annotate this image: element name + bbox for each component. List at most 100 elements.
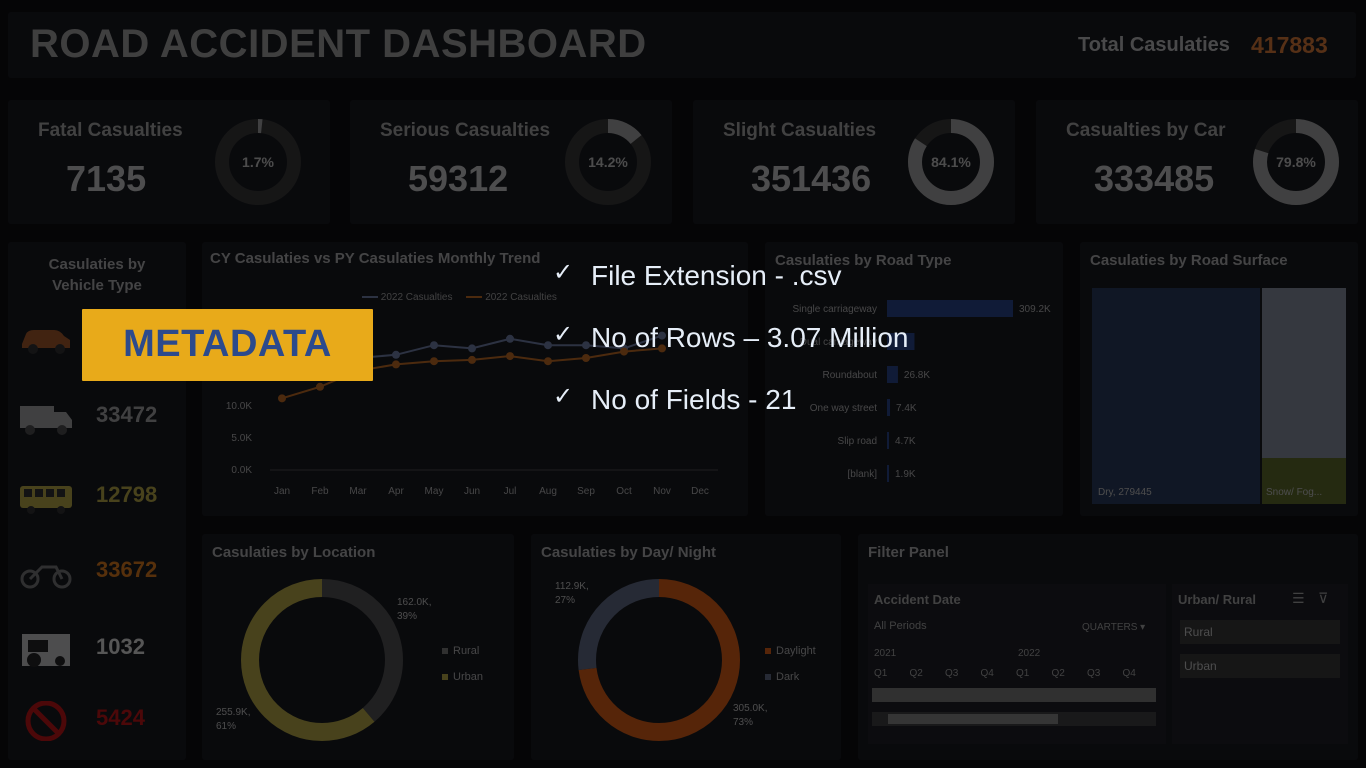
- data-point: [316, 382, 324, 391]
- location-label-pct: 61%: [216, 721, 237, 732]
- vehicle-panel-title-line1: Casulaties by: [48, 256, 146, 273]
- kpi-donut: 84.1%: [908, 119, 994, 205]
- vehicle-panel-title-line2: Vehicle Type: [52, 277, 142, 294]
- data-label: 309.2K: [1019, 304, 1051, 315]
- road-surface-title: Casulaties by Road Surface: [1090, 252, 1288, 269]
- kpi-value: 59312: [408, 158, 509, 199]
- data-label: 7.4K: [896, 403, 917, 414]
- timeline-bar[interactable]: [872, 688, 1156, 702]
- category-label: Single carriageway: [793, 304, 878, 315]
- metadata-badge: METADATA: [82, 309, 373, 381]
- truck-icon: [20, 406, 72, 435]
- surface-block-dry: Dry, 279445: [1092, 288, 1260, 504]
- quarter-label[interactable]: Q4: [981, 668, 994, 679]
- surface-block-wet: [1262, 288, 1346, 458]
- x-tick-label: Aug: [539, 486, 557, 497]
- timeline-scrollbar[interactable]: [872, 712, 1156, 726]
- quarter-label[interactable]: Q3: [945, 668, 958, 679]
- chevron-down-icon: ▾: [1140, 622, 1146, 633]
- data-label: 4.7K: [895, 436, 916, 447]
- total-casualties-value: 417883: [1251, 32, 1328, 58]
- date-slicer-title: Accident Date: [874, 592, 961, 607]
- x-tick-label: Sep: [577, 486, 595, 497]
- day-night-label-pct: 27%: [555, 595, 576, 606]
- accident-date-slicer[interactable]: Accident Date All Periods QUARTERS ▾ 202…: [868, 584, 1166, 744]
- metadata-item-text: File Extension - .csv: [591, 260, 842, 291]
- quarters-dropdown[interactable]: QUARTERS ▾: [1082, 622, 1145, 633]
- category-label: [blank]: [848, 469, 878, 480]
- metadata-badge-text: METADATA: [123, 323, 332, 365]
- day-night-label-bottom: 305.0K, 73%: [733, 702, 767, 730]
- kpi-card-car: Casualties by Car 333485 79.8%: [1036, 100, 1358, 224]
- x-tick-label: Feb: [311, 486, 329, 497]
- bar: [887, 366, 898, 383]
- category-label: One way street: [810, 403, 877, 414]
- scrollbar-thumb[interactable]: [888, 714, 1058, 724]
- kpi-value: 333485: [1094, 158, 1215, 199]
- vehicle-value: 12798: [96, 482, 158, 507]
- multi-select-icon[interactable]: ☰: [1292, 590, 1305, 607]
- kpi-pct: 84.1%: [931, 154, 971, 170]
- quarter-label[interactable]: Q1: [1016, 668, 1029, 679]
- urban-rural-title: Urban/ Rural: [1178, 592, 1257, 607]
- day-night-panel: Casulaties by Day/ Night 112.9K, 27% 305.…: [531, 534, 841, 760]
- vehicle-value: 33672: [96, 557, 158, 582]
- x-tick-label: Mar: [349, 486, 367, 497]
- quarters-label: QUARTERS: [1082, 622, 1138, 633]
- total-casualties-label: Total Casulaties: [1078, 34, 1230, 56]
- kpi-donut: 79.8%: [1253, 119, 1339, 205]
- kpi-pct: 14.2%: [588, 154, 628, 170]
- data-point: [278, 394, 286, 403]
- y-tick-label: 0.0K: [231, 465, 252, 476]
- data-point: [544, 341, 552, 350]
- x-tick-label: Nov: [653, 486, 671, 497]
- check-icon: ✓: [553, 382, 574, 410]
- data-point: [506, 334, 514, 343]
- kpi-pct: 1.7%: [242, 154, 274, 170]
- kpi-donut: 14.2%: [565, 119, 651, 205]
- vehicle-row-other: 5424: [8, 695, 188, 745]
- quarter-label[interactable]: Q4: [1123, 668, 1136, 679]
- kpi-label: Fatal Casualties: [38, 120, 183, 141]
- data-point: [582, 341, 590, 350]
- clear-filter-icon[interactable]: ⊽: [1318, 590, 1328, 607]
- x-tick-label: Jan: [274, 486, 290, 497]
- y-tick-label: 10.0K: [226, 401, 252, 412]
- road-surface-panel: Casulaties by Road Surface Dry, 279445 S…: [1080, 242, 1358, 516]
- data-point: [468, 344, 476, 353]
- category-label: Slip road: [838, 436, 877, 447]
- dashboard-header: ROAD ACCIDENT DASHBOARD Total Casulaties…: [8, 12, 1356, 78]
- location-label-top: 162.0K, 39%: [397, 596, 431, 624]
- kpi-card-serious: Serious Casualties 59312 14.2%: [350, 100, 672, 224]
- data-label: 26.8K: [904, 370, 930, 381]
- data-point: [506, 352, 514, 361]
- data-point: [430, 341, 438, 350]
- legend-daylight: Daylight: [776, 645, 816, 657]
- day-night-label-value: 305.0K,: [733, 703, 768, 714]
- all-periods-label: All Periods: [874, 620, 927, 632]
- vehicle-value: 5424: [96, 705, 145, 730]
- slicer-option-urban[interactable]: Urban: [1180, 654, 1340, 678]
- location-label-value: 255.9K,: [216, 707, 251, 718]
- kpi-value: 7135: [66, 158, 147, 199]
- check-icon: ✓: [553, 320, 574, 348]
- bar: [887, 432, 889, 449]
- slicer-option-rural[interactable]: Rural: [1180, 620, 1340, 644]
- data-point: [544, 357, 552, 366]
- legend-rural: Rural: [453, 645, 480, 657]
- quarter-label[interactable]: Q1: [874, 668, 887, 679]
- kpi-card-slight: Slight Casualties 351436 84.1%: [693, 100, 1015, 224]
- quarter-label[interactable]: Q3: [1087, 668, 1100, 679]
- x-tick-label: Oct: [616, 486, 632, 497]
- bus-icon: [20, 486, 72, 514]
- vehicle-row-tractor: 1032: [8, 624, 188, 674]
- quarter-labels: Q1 Q2 Q3 Q4 Q1 Q2 Q3 Q4: [874, 668, 1156, 682]
- car-icon: [22, 330, 70, 354]
- vehicle-row-bike: 33672: [8, 547, 188, 597]
- kpi-value: 351436: [751, 158, 872, 199]
- filter-panel-title: Filter Panel: [868, 544, 949, 561]
- quarter-label[interactable]: Q2: [1052, 668, 1065, 679]
- bar: [887, 465, 889, 482]
- x-tick-label: Apr: [388, 486, 404, 497]
- quarter-label[interactable]: Q2: [910, 668, 923, 679]
